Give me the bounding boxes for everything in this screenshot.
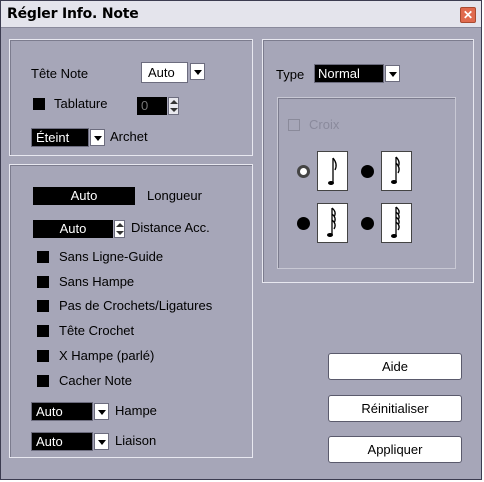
- tete-note-label: Tête Note: [31, 66, 89, 81]
- archet-dropdown-icon[interactable]: [90, 129, 105, 146]
- archet-label: Archet: [110, 129, 148, 144]
- longueur-field[interactable]: Auto: [33, 187, 135, 205]
- sixteenth-note-icon: [381, 151, 412, 191]
- hampe-dropdown-icon[interactable]: [94, 403, 109, 420]
- thirty-second-note-icon: [317, 203, 348, 243]
- croix-label: Croix: [309, 117, 340, 132]
- liaison-label: Liaison: [115, 433, 157, 448]
- appliquer-button[interactable]: Appliquer: [328, 436, 462, 463]
- sans-ligne-guide-checkbox[interactable]: [37, 251, 49, 263]
- title-bar[interactable]: Régler Info. Note ✕: [1, 1, 481, 28]
- dialog-window: Régler Info. Note ✕ Tête Note Auto Tabla…: [0, 0, 482, 480]
- x-hampe-checkbox[interactable]: [37, 350, 49, 362]
- x-hampe-label: X Hampe (parlé): [59, 348, 155, 363]
- longueur-label: Longueur: [147, 188, 202, 203]
- note-style-radio-4[interactable]: [361, 217, 374, 230]
- liaison-dropdown-icon[interactable]: [94, 433, 109, 450]
- tete-crochet-label: Tête Crochet: [59, 323, 135, 338]
- pas-de-crochets-label: Pas de Crochets/Ligatures: [59, 298, 213, 313]
- tablature-label: Tablature: [54, 96, 108, 111]
- hampe-label: Hampe: [115, 403, 157, 418]
- aide-button[interactable]: Aide: [328, 353, 462, 380]
- liaison-select[interactable]: Auto: [31, 432, 93, 451]
- note-style-radio-1[interactable]: [297, 165, 310, 178]
- tete-crochet-checkbox[interactable]: [37, 325, 49, 337]
- sixteenth-note-glyph: [391, 156, 400, 184]
- distance-value: Auto: [59, 221, 87, 236]
- type-dropdown-icon[interactable]: [385, 65, 400, 82]
- distance-spin-icon[interactable]: [114, 220, 125, 238]
- note-style-radio-2[interactable]: [361, 165, 374, 178]
- reinitialiser-button[interactable]: Réinitialiser: [328, 395, 462, 422]
- sans-hampe-label: Sans Hampe: [59, 274, 135, 289]
- archet-select[interactable]: Éteint: [31, 128, 89, 147]
- distance-field[interactable]: Auto: [33, 220, 113, 238]
- sixty-fourth-note-glyph: [391, 206, 400, 238]
- croix-checkbox[interactable]: [288, 119, 300, 131]
- note-head-style-panel: [277, 97, 456, 269]
- tablature-value: 0: [141, 98, 149, 113]
- tablature-spin-icon[interactable]: [168, 97, 179, 115]
- sans-hampe-checkbox[interactable]: [37, 276, 49, 288]
- tablature-value-field[interactable]: 0: [137, 97, 167, 115]
- archet-value: Éteint: [36, 130, 70, 145]
- cacher-note-label: Cacher Note: [59, 373, 132, 388]
- eighth-note-glyph: [328, 157, 337, 185]
- tete-note-value: Auto: [148, 65, 175, 80]
- tete-note-dropdown-icon[interactable]: [190, 63, 205, 80]
- type-select[interactable]: Normal: [314, 64, 384, 83]
- distance-label: Distance Acc.: [131, 220, 210, 235]
- pas-de-crochets-checkbox[interactable]: [37, 300, 49, 312]
- longueur-value: Auto: [70, 188, 98, 203]
- close-icon[interactable]: ✕: [460, 7, 476, 23]
- hampe-value: Auto: [36, 404, 63, 419]
- sans-ligne-guide-label: Sans Ligne-Guide: [59, 249, 164, 264]
- type-value: Normal: [318, 66, 360, 81]
- window-title: Régler Info. Note: [7, 6, 139, 22]
- tete-note-select[interactable]: Auto: [141, 62, 188, 83]
- thirty-second-note-glyph: [327, 207, 336, 237]
- eighth-note-icon: [317, 151, 348, 191]
- type-label: Type: [276, 67, 305, 82]
- hampe-select[interactable]: Auto: [31, 402, 93, 421]
- note-style-radio-3[interactable]: [297, 217, 310, 230]
- tablature-checkbox[interactable]: [33, 98, 45, 110]
- cacher-note-checkbox[interactable]: [37, 375, 49, 387]
- liaison-value: Auto: [36, 434, 63, 449]
- sixty-fourth-note-icon: [381, 203, 412, 243]
